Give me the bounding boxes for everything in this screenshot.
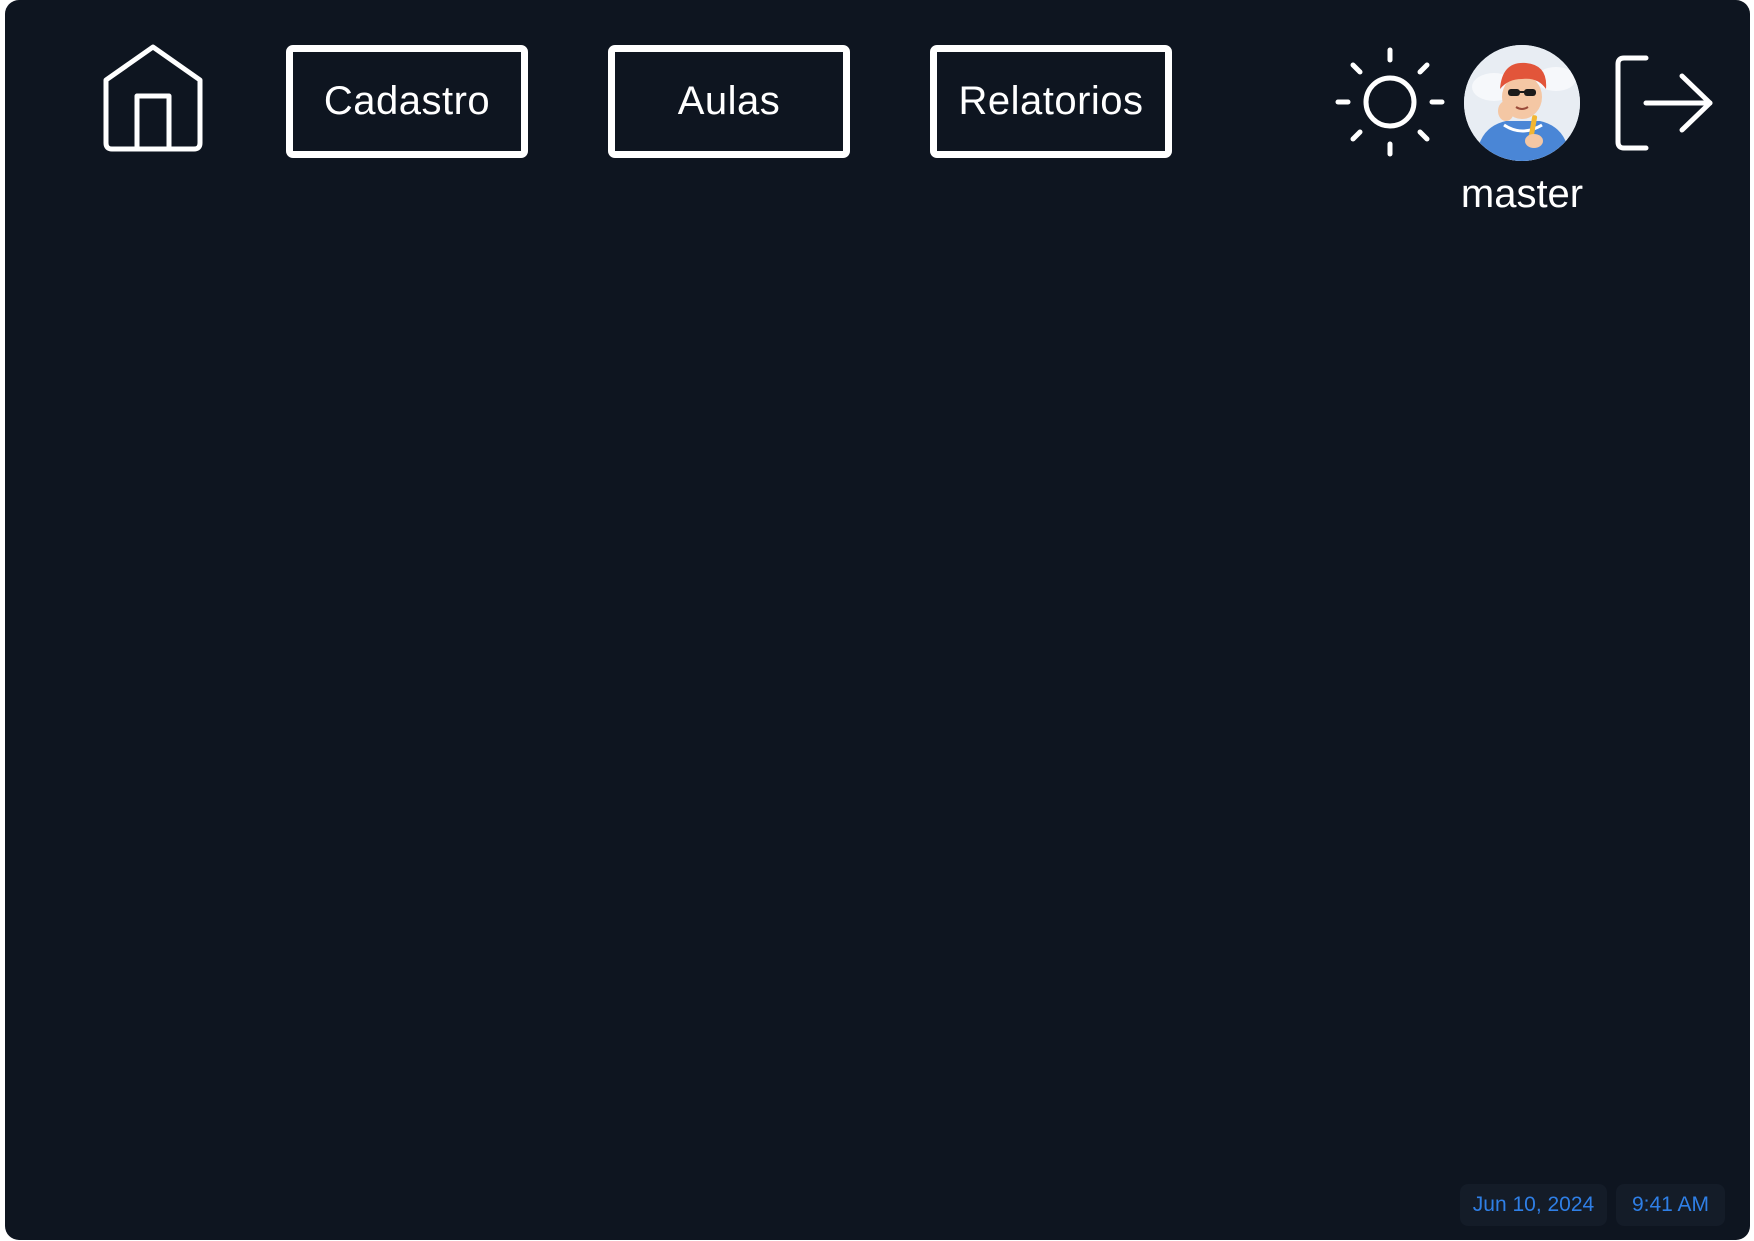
home-icon bbox=[100, 42, 206, 154]
relatorios-button-label: Relatorios bbox=[958, 79, 1144, 123]
relatorios-button[interactable]: Relatorios bbox=[930, 45, 1172, 158]
sun-icon bbox=[1332, 44, 1448, 160]
aulas-button[interactable]: Aulas bbox=[608, 45, 850, 158]
main-content-area bbox=[5, 220, 1750, 1160]
cadastro-button-label: Cadastro bbox=[323, 79, 491, 123]
cadastro-button[interactable]: Cadastro bbox=[286, 45, 528, 158]
top-navigation-bar: Cadastro Aulas Relatorios master bbox=[5, 0, 1750, 220]
username-label: master bbox=[1460, 172, 1584, 216]
user-avatar[interactable] bbox=[1464, 45, 1580, 161]
home-button[interactable] bbox=[100, 42, 206, 154]
logout-icon bbox=[1612, 54, 1716, 152]
app-window: Cadastro Aulas Relatorios master bbox=[5, 0, 1750, 1240]
time-display: 9:41 AM bbox=[1616, 1184, 1725, 1226]
logout-button[interactable] bbox=[1612, 54, 1716, 152]
theme-toggle-button[interactable] bbox=[1332, 44, 1448, 160]
date-display: Jun 10, 2024 bbox=[1460, 1184, 1607, 1226]
aulas-button-label: Aulas bbox=[677, 79, 781, 123]
